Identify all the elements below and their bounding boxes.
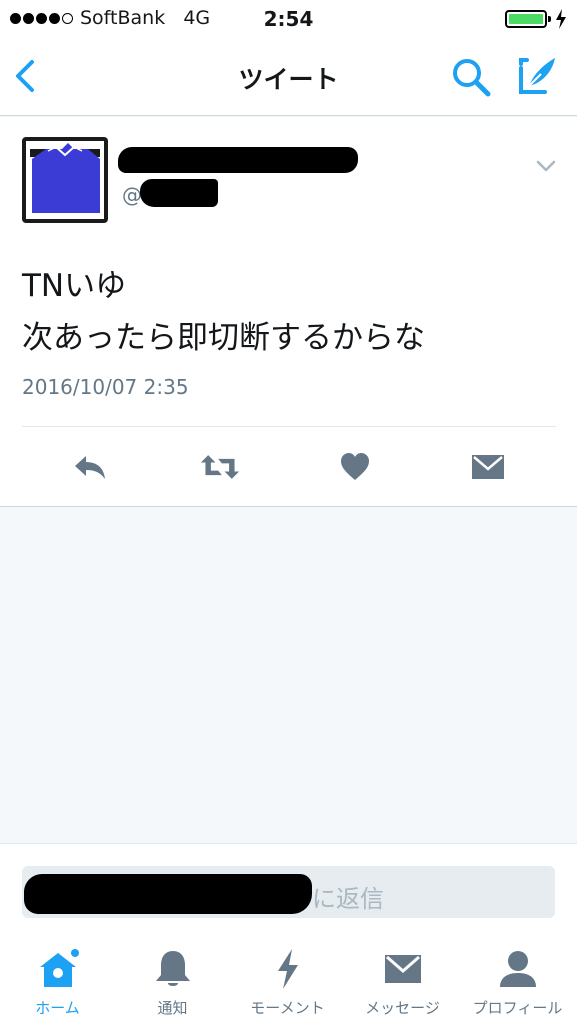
charging-icon: [556, 9, 566, 29]
tweet-detail: @ TNいゆ 次あったら即切断するからな 2016/10/07 2:35: [0, 117, 577, 507]
bell-icon: [155, 951, 190, 986]
tweet-actions: [0, 447, 577, 487]
reply-placeholder: に返信: [312, 885, 384, 913]
user-handle-prefix: @: [122, 183, 142, 207]
retweet-button[interactable]: [200, 447, 240, 487]
status-time: 2:54: [263, 7, 314, 31]
tweet-timestamp: 2016/10/07 2:35: [22, 375, 189, 399]
user-handle-redacted: [140, 179, 218, 207]
display-name-redacted: [118, 147, 358, 173]
retweet-icon: [200, 455, 240, 479]
person-icon: [499, 951, 536, 987]
reply-target-redacted: [24, 874, 312, 914]
tweet-text-line: TNいゆ: [22, 268, 127, 304]
divider: [22, 426, 556, 427]
direct-message-button[interactable]: [468, 447, 508, 487]
battery-icon: [505, 10, 551, 28]
reply-icon: [75, 456, 105, 479]
tab-label: プロフィール: [472, 999, 563, 1017]
heart-icon: [341, 453, 369, 480]
avatar[interactable]: [22, 137, 108, 223]
tab-bar: ホーム 通知 モーメント メッセージ プロフィール: [0, 933, 577, 1024]
tab-notifications[interactable]: 通知: [115, 933, 230, 1024]
like-button[interactable]: [335, 447, 375, 487]
lightning-icon: [277, 949, 298, 989]
compose-tweet-icon[interactable]: [515, 54, 559, 98]
status-bar: SoftBank 4G 2:54: [0, 0, 577, 38]
envelope-icon: [472, 455, 504, 479]
tab-label: モーメント: [250, 999, 325, 1017]
tab-label: メッセージ: [365, 999, 440, 1017]
tab-label: ホーム: [35, 999, 80, 1017]
search-icon[interactable]: [450, 56, 492, 98]
tab-profile[interactable]: プロフィール: [460, 933, 575, 1024]
tab-label: 通知: [157, 999, 188, 1017]
tweet-text: TNいゆ 次あったら即切断するからな: [22, 260, 425, 364]
reply-bar: に返信: [0, 843, 577, 933]
tab-moments[interactable]: モーメント: [230, 933, 345, 1024]
nav-bar: ツイート: [0, 38, 577, 116]
tab-home[interactable]: ホーム: [0, 933, 115, 1024]
tab-messages[interactable]: メッセージ: [345, 933, 460, 1024]
tweet-text-line: 次あったら即切断するからな: [22, 320, 425, 356]
chevron-down-icon[interactable]: [535, 159, 557, 173]
envelope-icon: [384, 955, 421, 983]
home-icon: [39, 949, 79, 987]
reply-button[interactable]: [70, 447, 110, 487]
